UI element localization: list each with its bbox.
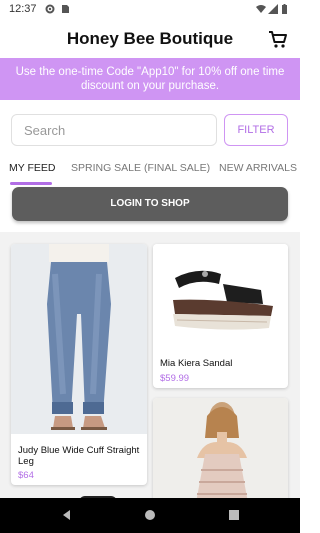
product-image-top: [153, 398, 288, 498]
product-image-sandal: [153, 244, 288, 354]
status-bar: 12:37: [0, 0, 300, 20]
product-image-jeans: [11, 244, 147, 434]
app-header: Honey Bee Boutique: [0, 20, 300, 58]
product-card[interactable]: Mia Kiera Sandal $59.99: [153, 244, 288, 388]
product-price: $59.99: [160, 373, 190, 384]
back-icon[interactable]: [60, 508, 74, 522]
product-feed: Judy Blue Wide Cuff Straight Leg $64 Mia…: [0, 232, 300, 498]
battery-icon: [282, 4, 287, 14]
home-icon[interactable]: [143, 508, 157, 522]
signal-icon: [268, 4, 278, 14]
app-title: Honey Bee Boutique: [66, 29, 234, 48]
filter-button[interactable]: FILTER: [224, 114, 288, 146]
login-to-shop-button[interactable]: LOGIN TO SHOP: [12, 187, 288, 221]
search-input[interactable]: Search: [11, 114, 217, 146]
product-name: Mia Kiera Sandal: [160, 358, 233, 369]
wifi-icon: [256, 5, 266, 13]
sd-card-icon: [62, 5, 69, 13]
status-time: 12:37: [9, 3, 37, 15]
recents-icon[interactable]: [227, 508, 241, 522]
promo-banner: Use the one-time Code "App10" for 10% of…: [0, 58, 300, 100]
product-name: Judy Blue Wide Cuff Straight Leg: [18, 445, 140, 467]
settings-icon: [45, 4, 55, 14]
system-nav-bar: [0, 498, 300, 533]
product-card[interactable]: Judy Blue Wide Cuff Straight Leg $64: [11, 244, 147, 485]
product-card[interactable]: [153, 398, 288, 498]
tab-new-arrivals[interactable]: NEW ARRIVALS: [219, 162, 297, 174]
active-tab-indicator: [10, 182, 52, 185]
tab-spring-sale[interactable]: SPRING SALE (FINAL SALE): [71, 162, 210, 174]
cart-icon[interactable]: [268, 29, 288, 49]
tab-my-feed[interactable]: MY FEED: [9, 162, 55, 174]
product-price: $64: [18, 470, 34, 481]
